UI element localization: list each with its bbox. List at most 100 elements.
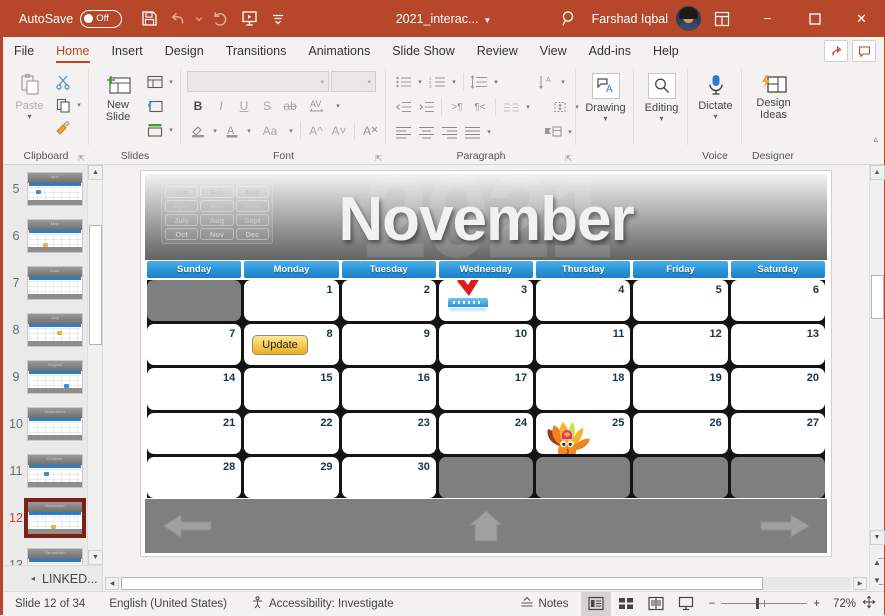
month-selector-grid[interactable]: Jan Feb Mar April May June July Aug Sept Oct Nov De…: [161, 182, 273, 244]
previous-slide-button[interactable]: ▲̅: [873, 558, 881, 567]
calendar-cell-day-11[interactable]: 11: [536, 324, 631, 366]
close-button[interactable]: ✕: [839, 0, 884, 37]
slide-thumbnail-preview[interactable]: November: [24, 497, 86, 538]
ribbon-display-options-icon[interactable]: [709, 6, 735, 31]
notes-button[interactable]: Notes: [508, 596, 581, 612]
line-spacing-icon[interactable]: [468, 71, 490, 93]
justify-chevron-icon[interactable]: ▾: [484, 128, 494, 136]
thumbnail-scroll-thumb[interactable]: [89, 225, 102, 345]
cut-icon[interactable]: [52, 71, 74, 93]
calendar-cell-day-6[interactable]: 6: [730, 280, 825, 322]
month-button-nov[interactable]: Nov: [200, 228, 234, 240]
calendar-day-grid[interactable]: 1 2 3 4 5 6 7 8 Update 9 10 11 12 13 14 15 16 17 18 19 20 21 2…: [147, 280, 825, 498]
tab-home[interactable]: Home: [45, 37, 100, 65]
zoom-in-button[interactable]: +: [813, 598, 820, 610]
strikethrough-button[interactable]: ab: [279, 95, 301, 117]
tab-design[interactable]: Design: [154, 37, 215, 65]
increase-indent-icon[interactable]: [415, 96, 437, 118]
clipboard-dialog-launcher-icon[interactable]: ⇱: [78, 154, 85, 163]
paste-chevron-icon[interactable]: ▾: [27, 112, 31, 121]
copy-icon[interactable]: [52, 94, 74, 116]
calendar-cell-day-15[interactable]: 15: [244, 368, 339, 410]
calendar-cell-day-1[interactable]: 1: [244, 280, 339, 322]
vscroll-down-arrow-icon[interactable]: ▼: [869, 530, 885, 545]
highlight-chevron-icon[interactable]: ▾: [210, 127, 220, 135]
vscroll-up-arrow-icon[interactable]: ▲: [869, 165, 885, 180]
next-slide-button[interactable]: ▼̲: [873, 576, 881, 585]
drawing-button[interactable]: A Drawing ▾: [582, 70, 629, 123]
decrease-font-size-button[interactable]: A˅: [328, 120, 350, 142]
undo-icon[interactable]: [165, 6, 191, 31]
text-direction-icon[interactable]: A: [535, 71, 557, 93]
text-shadow-button[interactable]: S: [256, 95, 278, 117]
share-icon[interactable]: [824, 40, 848, 62]
layout-icon[interactable]: [144, 71, 166, 93]
update-badge[interactable]: Update: [252, 335, 308, 356]
calendar-cell-day-25[interactable]: 25: [536, 412, 631, 454]
slide-thumbnail-preview[interactable]: May: [27, 218, 83, 253]
hscroll-left-arrow-icon[interactable]: ◀: [105, 576, 119, 590]
dictate-button[interactable]: Dictate ▾: [694, 70, 737, 121]
calendar-cell-day-9[interactable]: 9: [341, 324, 436, 366]
copy-chevron-icon[interactable]: ▾: [74, 101, 84, 109]
align-center-icon[interactable]: [415, 121, 437, 143]
calendar-cell-day-23[interactable]: 23: [341, 412, 436, 454]
hscroll-thumb[interactable]: [121, 576, 764, 590]
slide-thumbnail-preview[interactable]: June: [27, 265, 83, 300]
bullets-chevron-icon[interactable]: ▾: [415, 78, 425, 86]
calendar-cell-day-3[interactable]: 3: [438, 280, 534, 322]
calendar-cell-day-29[interactable]: 29: [244, 456, 339, 498]
editing-chevron-icon[interactable]: ▾: [659, 114, 663, 123]
drawing-chevron-icon[interactable]: ▾: [603, 114, 607, 123]
tab-animations[interactable]: Animations: [297, 37, 381, 65]
tab-view[interactable]: View: [529, 37, 578, 65]
fit-slide-icon[interactable]: [862, 595, 876, 612]
hscroll-right-arrow-icon[interactable]: ▶: [853, 576, 867, 590]
slide-thumbnail-preview[interactable]: April: [27, 171, 83, 206]
month-button-june[interactable]: June: [235, 200, 269, 212]
reset-slide-icon[interactable]: [144, 95, 166, 117]
editing-button[interactable]: Editing ▾: [640, 70, 683, 123]
text-highlight-icon[interactable]: [187, 120, 209, 142]
search-icon[interactable]: [550, 4, 590, 34]
scroll-down-arrow-icon[interactable]: ▼: [88, 550, 103, 565]
slide-thumbnail-preview[interactable]: July: [27, 312, 83, 347]
calendar-cell-day-8[interactable]: 8 Update: [244, 324, 339, 366]
home-icon[interactable]: [467, 508, 505, 544]
slide-show-view-button[interactable]: [671, 592, 701, 616]
hscroll-track[interactable]: [121, 576, 851, 590]
save-icon[interactable]: [136, 6, 162, 31]
tab-help[interactable]: Help: [642, 37, 690, 65]
horizontal-scrollbar[interactable]: ◀ ▶: [103, 575, 869, 591]
slide-thumbnail-preview[interactable]: August: [27, 359, 83, 394]
font-name-chevron-icon[interactable]: ▾: [320, 78, 324, 86]
numbering-chevron-icon[interactable]: ▾: [449, 78, 459, 86]
language-indicator[interactable]: English (United States): [97, 598, 239, 610]
numbering-icon[interactable]: 123: [426, 71, 448, 93]
zoom-slider[interactable]: [721, 598, 808, 609]
smartart-chevron-icon[interactable]: ▾: [565, 128, 575, 136]
calendar-cell-day-22[interactable]: 22: [244, 412, 339, 454]
calendar-cell-day-17[interactable]: 17: [438, 368, 534, 410]
turkey-icon[interactable]: [540, 417, 596, 454]
line-spacing-chevron-icon[interactable]: ▾: [491, 78, 501, 86]
calendar-cell-day-5[interactable]: 5: [633, 280, 728, 322]
justify-icon[interactable]: [461, 121, 483, 143]
user-name[interactable]: Farshad Iqbal: [592, 12, 668, 26]
character-spacing-icon[interactable]: AV: [302, 95, 332, 117]
calendar-cell-day-21[interactable]: 21: [147, 412, 242, 454]
layout-chevron-icon[interactable]: ▾: [166, 78, 176, 86]
paragraph-dialog-launcher-icon[interactable]: ⇱: [565, 154, 572, 163]
calendar-cell-day-10[interactable]: 10: [438, 324, 534, 366]
document-title[interactable]: 2021_interac...: [396, 12, 479, 26]
document-title-chevron-icon[interactable]: ▼: [483, 16, 491, 25]
month-button-july[interactable]: July: [165, 214, 199, 226]
decrease-indent-icon[interactable]: [392, 96, 414, 118]
character-spacing-chevron-icon[interactable]: ▾: [333, 102, 343, 110]
thumbnail-scrollbar[interactable]: ▲ ▼: [87, 165, 103, 565]
font-size-chevron-icon[interactable]: ▾: [367, 78, 371, 86]
month-button-feb[interactable]: Feb: [200, 186, 234, 198]
calendar-cell-day-13[interactable]: 13: [730, 324, 825, 366]
zoom-slider-knob[interactable]: [755, 598, 759, 609]
prev-arrow[interactable]: [159, 509, 215, 543]
